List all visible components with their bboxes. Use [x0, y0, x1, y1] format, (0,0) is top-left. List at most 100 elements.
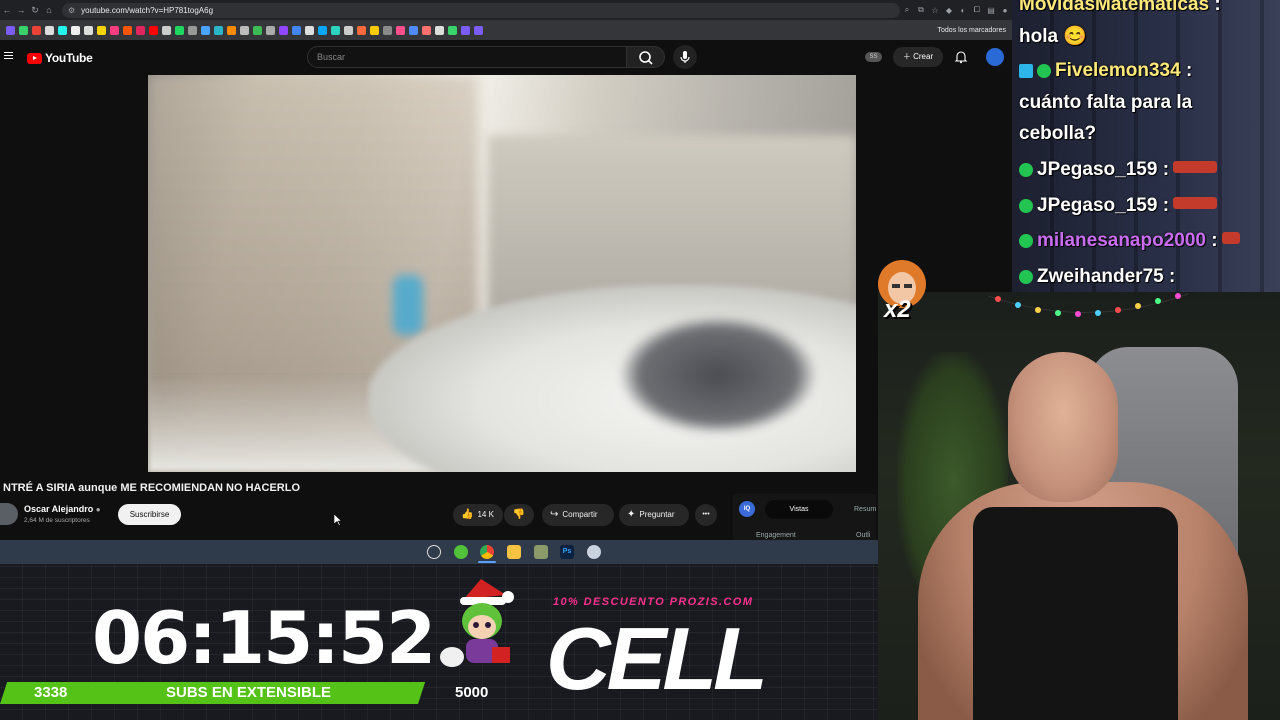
notifications-button[interactable] — [954, 50, 968, 64]
app-taskbar-icon[interactable] — [454, 545, 468, 559]
site-info-icon[interactable]: ⚙ — [68, 6, 75, 15]
bookmark-icon[interactable] — [227, 25, 236, 35]
subscribe-button[interactable]: Suscribirse — [118, 504, 181, 525]
bookmark-icon[interactable] — [97, 25, 106, 35]
bookmark-icon[interactable] — [279, 25, 288, 35]
bookmark-icon[interactable] — [461, 25, 470, 35]
iq-extension-icon[interactable]: IQ — [739, 501, 755, 517]
extension-icon[interactable]: ◆ — [942, 6, 956, 15]
video-player[interactable] — [148, 75, 856, 472]
chat-message-user: JPegaso_159 : — [1019, 195, 1218, 217]
bookmark-icon[interactable] — [435, 25, 444, 35]
share-button[interactable]: ↪ Compartir — [542, 504, 614, 526]
bookmark-icon[interactable] — [422, 25, 431, 35]
bookmark-icon[interactable] — [266, 25, 275, 35]
chat-username: Zweihander75 — [1037, 266, 1164, 287]
bookmark-icon[interactable] — [175, 25, 184, 35]
file-explorer-icon[interactable] — [507, 545, 521, 559]
thumbs-up-icon: 👍 — [461, 509, 474, 520]
bookmark-icon[interactable] — [240, 25, 249, 35]
zoom-icon[interactable]: ⌕ — [900, 5, 914, 15]
bookmark-icon[interactable] — [370, 25, 379, 35]
bookmark-icon[interactable] — [162, 25, 171, 35]
app-taskbar-icon[interactable] — [534, 545, 548, 559]
bookmark-icon[interactable] — [292, 25, 301, 35]
bookmark-icon[interactable] — [149, 25, 158, 35]
url-input[interactable]: ⚙ youtube.com/watch?v=HP781togA6g — [62, 2, 900, 18]
tab-summary[interactable]: Resum — [854, 506, 876, 513]
bookmark-icon[interactable] — [474, 25, 483, 35]
bookmark-icon[interactable] — [344, 25, 353, 35]
search-button[interactable] — [627, 46, 665, 68]
bookmark-icon[interactable] — [71, 25, 80, 35]
youtube-header: YouTube Buscar SS ＋ Crear — [0, 40, 1012, 74]
bookmark-icon[interactable] — [253, 25, 262, 35]
youtube-logo[interactable]: YouTube — [27, 51, 93, 65]
bookmark-icon[interactable] — [188, 25, 197, 35]
share-label: Compartir — [562, 510, 598, 519]
bookmark-icon[interactable] — [58, 25, 67, 35]
webcam-feed — [878, 292, 1280, 720]
sub-badge-icon — [1019, 270, 1033, 284]
reaction-multiplier: x2 — [884, 296, 911, 323]
extension-badge[interactable]: SS — [865, 52, 882, 62]
more-actions-button[interactable]: ••• — [695, 504, 717, 526]
channel-avatar[interactable] — [0, 503, 18, 525]
account-avatar[interactable] — [986, 48, 1004, 66]
bookmark-icon[interactable] — [136, 25, 145, 35]
home-icon[interactable]: ⌂ — [42, 5, 56, 15]
star-icon[interactable]: ☆ — [928, 6, 942, 15]
ask-button[interactable]: ✦ Preguntar — [619, 504, 689, 526]
install-icon[interactable]: ⧉ — [914, 5, 928, 15]
menu-icon[interactable] — [4, 52, 13, 59]
chat-username: JPegaso_159 — [1037, 195, 1158, 216]
reload-icon[interactable]: ↻ — [28, 5, 42, 16]
like-count: 14 K — [477, 510, 494, 519]
like-button[interactable]: 👍 14 K — [453, 504, 503, 526]
chrome-icon[interactable] — [480, 545, 494, 559]
bookmark-icon[interactable] — [331, 25, 340, 35]
bookmark-icon[interactable] — [32, 25, 41, 35]
search-taskbar-icon[interactable] — [427, 545, 441, 559]
photoshop-icon[interactable]: Ps — [560, 545, 574, 559]
all-bookmarks-link[interactable]: Todos los marcadores — [938, 27, 1006, 34]
youtube-play-icon — [27, 52, 42, 64]
forward-icon[interactable]: → — [14, 5, 28, 15]
share-icon: ↪ — [550, 509, 559, 520]
bookmark-icon[interactable] — [123, 25, 132, 35]
channel-name[interactable]: Oscar Alejandro ● — [24, 504, 101, 514]
search-icon — [639, 51, 653, 65]
voice-search-button[interactable] — [673, 45, 697, 69]
bookmark-icon[interactable] — [201, 25, 210, 35]
sidebar-icon[interactable]: ▤ — [984, 6, 998, 15]
chat-message-text: cebolla? — [1019, 123, 1097, 144]
bookmark-icon[interactable] — [357, 25, 366, 35]
profile-icon[interactable]: ● — [998, 6, 1012, 15]
bookmark-icon[interactable] — [45, 25, 54, 35]
video-title: NTRÉ A SIRIA aunque ME RECOMIENDAN NO HA… — [3, 482, 301, 494]
back-icon[interactable]: ← — [0, 5, 14, 15]
bookmark-icon[interactable] — [318, 25, 327, 35]
extensions-puzzle-icon[interactable]: ⧠ — [970, 5, 984, 15]
bookmark-icon[interactable] — [19, 25, 28, 35]
bookmarks-bar: Todos los marcadores — [0, 20, 1012, 40]
sponsor-logo-text: CELL — [545, 609, 768, 708]
bookmark-icon[interactable] — [84, 25, 93, 35]
bookmark-icon[interactable] — [6, 25, 15, 35]
bookmark-icon[interactable] — [409, 25, 418, 35]
bookmark-icon[interactable] — [110, 25, 119, 35]
extension-icon[interactable]: ◐ — [956, 6, 970, 15]
chat-username: JPegaso_159 — [1037, 159, 1158, 180]
search-input[interactable]: Buscar — [307, 46, 627, 68]
emote-icon — [1173, 197, 1218, 209]
plus-icon: ＋ — [902, 52, 914, 61]
bookmark-icon[interactable] — [383, 25, 392, 35]
dislike-button[interactable]: 👎 — [504, 504, 534, 526]
create-button[interactable]: ＋ Crear — [893, 47, 943, 67]
bookmark-icon[interactable] — [305, 25, 314, 35]
bookmark-icon[interactable] — [448, 25, 457, 35]
tab-vistas[interactable]: Vistas — [765, 500, 833, 519]
bookmark-icon[interactable] — [396, 25, 405, 35]
bookmark-icon[interactable] — [214, 25, 223, 35]
app-taskbar-icon[interactable] — [587, 545, 601, 559]
